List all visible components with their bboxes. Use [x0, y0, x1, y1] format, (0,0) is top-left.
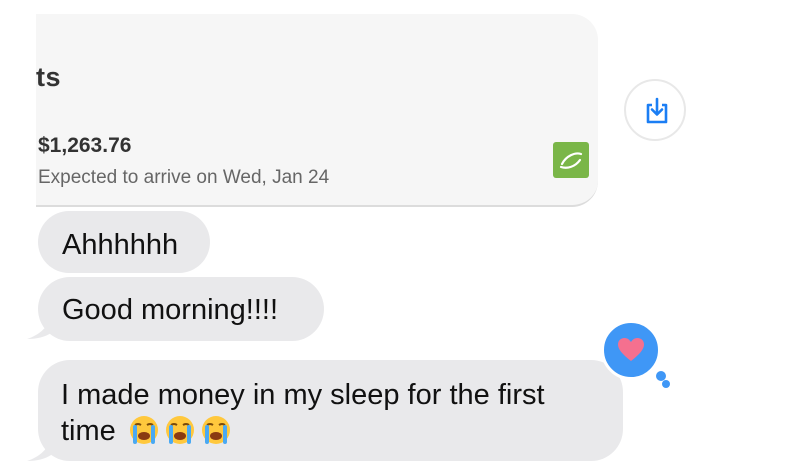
reaction-tail-dot-small [662, 380, 670, 388]
message-text: Good morning!!!! [62, 294, 278, 326]
message-text-line2-word: time [61, 415, 116, 447]
payment-preview-card[interactable]: ts $1,263.76 Expected to arrive on Wed, … [36, 14, 598, 207]
message-text: Ahhhhhh [62, 229, 179, 261]
bubble-tail [27, 437, 51, 461]
arrival-date-text: Expected to arrive on Wed, Jan 24 [38, 167, 330, 188]
download-icon [646, 97, 668, 124]
bubble-tail [27, 315, 51, 339]
message-bubble[interactable]: I made money in my sleep for the first t… [38, 360, 623, 461]
loudly-crying-face-icon [165, 416, 194, 444]
loudly-crying-face-icon [129, 416, 158, 444]
message-bubble[interactable]: Ahhhhhh [38, 211, 210, 273]
heart-reaction-bubble[interactable] [601, 320, 661, 380]
message-bubble[interactable]: Good morning!!!! [38, 277, 324, 341]
message-text-line1: I made money in my sleep for the first [61, 379, 545, 411]
payment-amount: $1,263.76 [38, 134, 132, 157]
card-title: ts [36, 62, 62, 92]
brand-logo-icon [553, 142, 589, 178]
heart-icon [618, 338, 644, 361]
loudly-crying-face-icon [201, 416, 230, 444]
download-button[interactable] [624, 79, 686, 141]
message-text-line2: time [61, 413, 623, 449]
